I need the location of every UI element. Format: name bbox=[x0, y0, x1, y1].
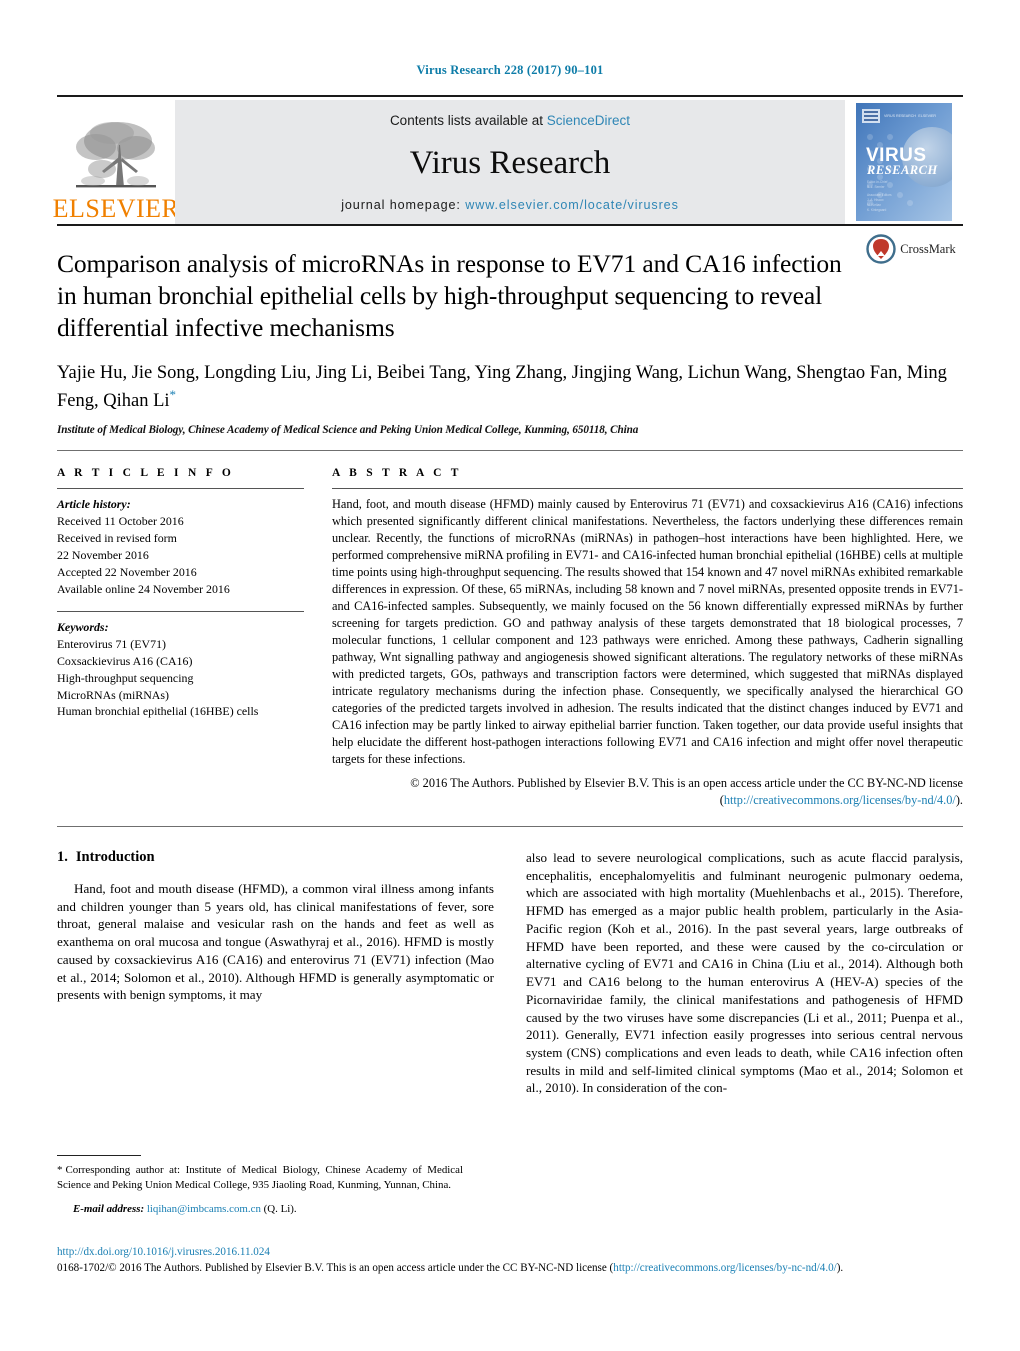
keyword-item: MicroRNAs (miRNAs) bbox=[57, 687, 169, 702]
svg-text:RESEARCH: RESEARCH bbox=[866, 163, 938, 177]
svg-text:Associate Editors: Associate Editors bbox=[867, 193, 892, 197]
license-suffix: ). bbox=[955, 792, 963, 807]
footnote-marker: * bbox=[57, 1164, 63, 1176]
abstract-rule bbox=[332, 488, 963, 490]
footnote-text: Corresponding author at: Institute of Me… bbox=[57, 1164, 463, 1192]
intro-paragraph-right: also lead to severe neurological complic… bbox=[526, 849, 963, 1096]
author-list: Yajie Hu, Jie Song, Longding Liu, Jing L… bbox=[57, 361, 963, 414]
keyword-item: Coxsackievirus A16 (CA16) bbox=[57, 653, 193, 668]
issn-copyright-line: 0168-1702/© 2016 The Authors. Published … bbox=[57, 1261, 947, 1277]
history-item: Received 11 October 2016 bbox=[57, 514, 184, 529]
keyword-item: Human bronchial epithelial (16HBE) cells bbox=[57, 704, 259, 719]
contents-available-line: Contents lists available at ScienceDirec… bbox=[390, 113, 630, 128]
issn-suffix: ). bbox=[836, 1261, 844, 1274]
doi-link[interactable]: http://dx.doi.org/10.1016/j.virusres.201… bbox=[57, 1245, 947, 1261]
page-title: Comparison analysis of microRNAs in resp… bbox=[57, 249, 842, 343]
corresponding-author-footnote: * Corresponding author at: Institute of M… bbox=[57, 1163, 463, 1194]
crossmark-label: CrossMark bbox=[900, 241, 956, 256]
body-column-left: 1. Introduction Hand, foot and mouth dise… bbox=[57, 849, 494, 1149]
history-item: Available online 24 November 2016 bbox=[57, 582, 230, 596]
email-label: E-mail address: bbox=[73, 1202, 145, 1215]
journal-homepage-link[interactable]: www.elsevier.com/locate/virusres bbox=[465, 198, 679, 212]
email-footnote: E-mail address: liqihan@imbcams.com.cn (… bbox=[57, 1202, 463, 1217]
abstract-copyright: © 2016 The Authors. Published by Elsevie… bbox=[332, 775, 963, 809]
footnote-block: * Corresponding author at: Institute of M… bbox=[57, 1155, 463, 1217]
journal-cover-thumbnail: VIRUS RESEARCH ELSEVIER VIRUS RESEARCH E… bbox=[845, 100, 963, 224]
abstract-column: A B S T R A C T Hand, foot, and mouth di… bbox=[332, 467, 963, 808]
license-link[interactable]: http://creativecommons.org/licenses/by-n… bbox=[724, 793, 956, 807]
keyword-item: Enterovirus 71 (EV71) bbox=[57, 636, 166, 651]
footer-block: http://dx.doi.org/10.1016/j.virusres.201… bbox=[57, 1245, 947, 1276]
affiliation: Institute of Medical Biology, Chinese Ac… bbox=[57, 424, 639, 437]
intro-paragraph-left: Hand, foot and mouth disease (HFMD), a c… bbox=[57, 880, 494, 1003]
article-history-label: Article history: bbox=[57, 497, 131, 512]
elsevier-wordmark: ELSEVIER bbox=[52, 194, 180, 223]
article-info-heading: A R T I C L E I N F O bbox=[57, 467, 235, 480]
issn-text: 0168-1702/© 2016 The Authors. Published … bbox=[57, 1261, 614, 1274]
svg-text:B. L. Semler: B. L. Semler bbox=[867, 185, 885, 189]
sciencedirect-link[interactable]: ScienceDirect bbox=[547, 113, 630, 128]
crossmark-icon bbox=[866, 234, 896, 264]
body-columns: 1. Introduction Hand, foot and mouth dise… bbox=[57, 827, 963, 1149]
svg-text:Editor-in-Chief: Editor-in-Chief bbox=[867, 180, 887, 184]
keywords-block: Keywords: Enterovirus 71 (EV71) Coxsacki… bbox=[57, 619, 304, 720]
author-names: Yajie Hu, Jie Song, Longding Liu, Jing L… bbox=[57, 363, 947, 412]
article-info-column: A R T I C L E I N F O Article history: R… bbox=[57, 467, 332, 808]
journal-title: Virus Research bbox=[409, 144, 611, 181]
footer-license-link[interactable]: http://creativecommons.org/licenses/by-n… bbox=[613, 1262, 836, 1274]
section-number: 1. bbox=[57, 848, 68, 865]
section-heading-introduction: 1. Introduction bbox=[57, 849, 494, 866]
keyword-item: High-throughput sequencing bbox=[57, 670, 194, 685]
history-item: Received in revised form bbox=[57, 531, 177, 546]
email-owner: (Q. Li). bbox=[263, 1202, 297, 1215]
article-info-rule bbox=[57, 488, 304, 490]
footnote-rule bbox=[57, 1155, 141, 1156]
crossmark-badge[interactable]: CrossMark bbox=[859, 234, 963, 264]
svg-text:K. Kirkegaard: K. Kirkegaard bbox=[867, 208, 887, 212]
abstract-heading: A B S T R A C T bbox=[332, 467, 462, 480]
email-link[interactable]: liqihan@imbcams.com.cn bbox=[147, 1203, 261, 1215]
corresponding-author-marker: * bbox=[169, 387, 177, 403]
article-page: Virus Research 228 (2017) 90–101 ELSEVIE… bbox=[0, 0, 1020, 1351]
running-head: Virus Research 228 (2017) 90–101 bbox=[416, 63, 604, 77]
keywords-label: Keywords: bbox=[57, 619, 109, 634]
banner-center: Contents lists available at ScienceDirec… bbox=[175, 100, 845, 224]
journal-banner: ELSEVIER Contents lists available at Sci… bbox=[53, 95, 963, 224]
title-zone: CrossMark Comparison analysis of microRN… bbox=[57, 226, 963, 436]
abstract-text: Hand, foot, and mouth disease (HFMD) mai… bbox=[332, 497, 963, 766]
article-history-block: Article history: Received 11 October 201… bbox=[57, 496, 304, 597]
journal-homepage-line: journal homepage: www.elsevier.com/locat… bbox=[341, 198, 679, 212]
svg-text:ELSEVIER: ELSEVIER bbox=[918, 114, 936, 118]
svg-text:J. A. Hiscox: J. A. Hiscox bbox=[867, 198, 884, 202]
section-title: Introduction bbox=[75, 848, 155, 865]
elsevier-logo: ELSEVIER bbox=[53, 100, 179, 224]
journal-cover-image: VIRUS RESEARCH ELSEVIER VIRUS RESEARCH E… bbox=[856, 103, 952, 221]
svg-text:VIRUS RESEARCH: VIRUS RESEARCH bbox=[884, 114, 916, 118]
homepage-prefix: journal homepage: bbox=[341, 198, 466, 212]
contents-prefix: Contents lists available at bbox=[389, 113, 547, 128]
svg-text:M. Kielian: M. Kielian bbox=[867, 203, 881, 207]
elsevier-tree-icon bbox=[68, 117, 164, 195]
history-item: 22 November 2016 bbox=[57, 548, 149, 563]
body-column-right: also lead to severe neurological complic… bbox=[526, 849, 963, 1149]
keywords-rule bbox=[57, 610, 304, 612]
copyright-line-1: © 2016 The Authors. Published by Elsevie… bbox=[410, 775, 926, 790]
info-abstract-region: A R T I C L E I N F O Article history: R… bbox=[57, 451, 963, 808]
history-item: Accepted 22 November 2016 bbox=[57, 565, 197, 580]
